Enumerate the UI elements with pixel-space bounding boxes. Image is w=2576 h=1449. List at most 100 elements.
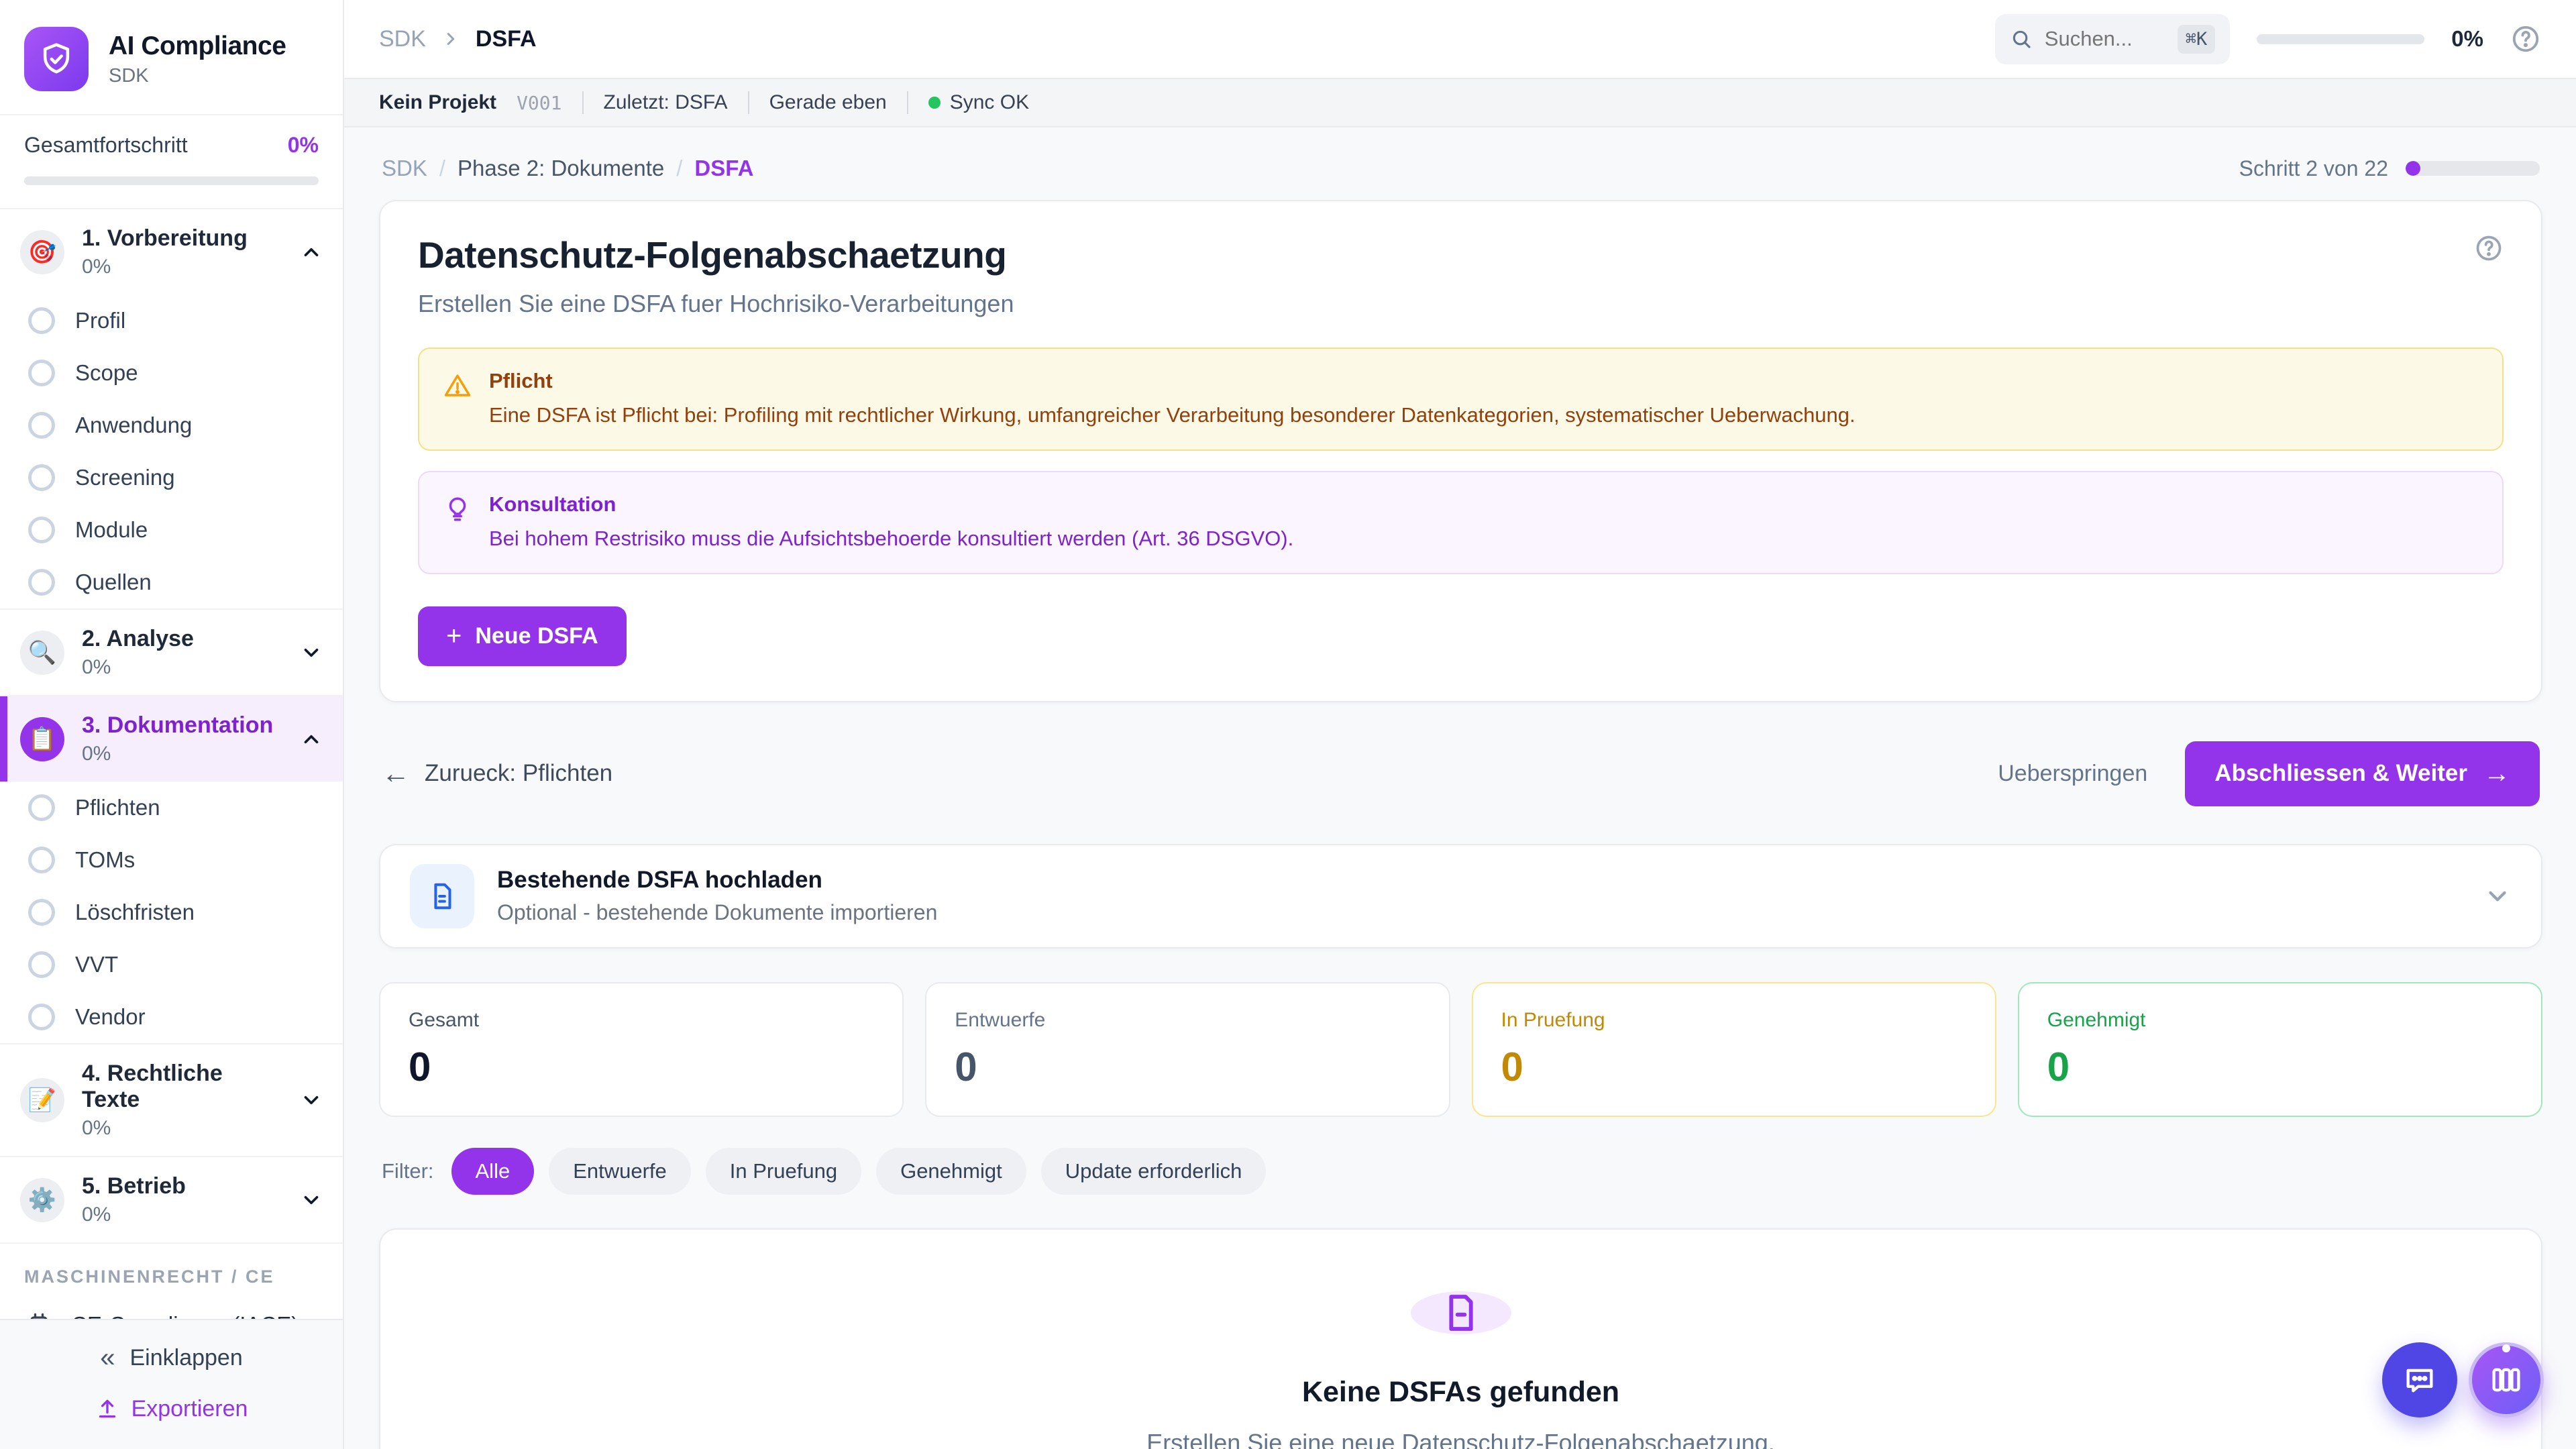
sidebar-section-analyse[interactable]: 🔍 2. Analyse 0% [0,610,343,695]
divider [907,91,908,114]
alert-text: Bei hohem Restrisiko muss die Aufsichtsb… [489,525,1293,553]
chevron-down-icon [300,641,323,664]
finish-next-button[interactable]: Abschliessen & Weiter → [2185,741,2540,806]
sidebar-item-screening[interactable]: Screening [0,451,343,504]
divider [582,91,584,114]
chat-fab-button[interactable] [2382,1342,2457,1417]
sidebar-item-label: Module [75,517,148,543]
breadcrumb-phase[interactable]: Phase 2: Dokumente [458,156,664,181]
last-step-label: Zuletzt: DSFA [604,91,728,114]
sidebar-nav: 🎯 1. Vorbereitung 0% Profil Scope Anwend… [0,209,343,1319]
sidebar: AI Compliance SDK Gesamtfortschritt 0% 🎯… [0,0,344,1449]
new-dsfa-button[interactable]: + Neue DSFA [418,606,627,666]
section-percent: 0% [82,1203,282,1226]
sidebar-item-toms[interactable]: TOMs [0,834,343,886]
header-breadcrumb-root[interactable]: SDK [379,26,426,52]
sidebar-item-label: Anwendung [75,413,192,438]
sidebar-item-label: Quellen [75,570,152,595]
breadcrumb-root[interactable]: SDK [382,156,427,181]
konsultation-alert: Konsultation Bei hohem Restrisiko muss d… [418,471,2504,574]
stat-card-entwuerfe: Entwuerfe 0 [925,982,1450,1117]
page-subtitle: Erstellen Sie eine DSFA fuer Hochrisiko-… [418,290,2504,318]
sidebar-item-ce-compliance[interactable]: CE-Compliance (IACE) [0,1297,343,1319]
filter-chip-alle[interactable]: Alle [451,1148,535,1195]
shield-check-logo-icon [24,27,89,91]
arrow-left-icon: ← [382,757,410,790]
sidebar-item-loeschfristen[interactable]: Löschfristen [0,886,343,938]
sidebar-item-profil[interactable]: Profil [0,294,343,347]
section-percent: 0% [82,743,282,765]
document-icon [410,864,474,928]
upload-subtitle: Optional - bestehende Dokumente importie… [497,900,937,925]
plus-icon: + [446,625,462,647]
ce-compliance-label: CE-Compliance (IACE) [71,1312,299,1319]
stat-label: Gesamt [409,1009,874,1032]
warning-triangle-icon [443,372,472,400]
sidebar-section-vorbereitung[interactable]: 🎯 1. Vorbereitung 0% [0,209,343,294]
stat-value: 0 [2047,1044,2513,1090]
filter-chip-in-pruefung[interactable]: In Pruefung [706,1148,861,1195]
help-icon[interactable] [2510,23,2541,54]
sidebar-item-label: Profil [75,308,125,333]
stat-label: In Pruefung [1501,1009,1967,1032]
sidebar-section-rechtliche-texte[interactable]: 📝 4. Rechtliche Texte 0% [0,1044,343,1156]
collapse-sidebar-button[interactable]: « Einklappen [100,1343,243,1373]
search-box[interactable]: ⌘K [1995,14,2231,64]
overall-progress-value: 0% [288,133,319,158]
alert-text: Eine DSFA ist Pflicht bei: Profiling mit… [489,401,1856,429]
sidebar-item-scope[interactable]: Scope [0,347,343,399]
search-input[interactable] [2045,27,2165,51]
filter-chip-entwuerfe[interactable]: Entwuerfe [549,1148,691,1195]
machine-law-section-label: MASCHINENRECHT / CE [0,1244,343,1297]
lightbulb-icon [443,495,472,523]
sidebar-item-quellen[interactable]: Quellen [0,556,343,608]
section-title: 1. Vorbereitung [82,225,282,252]
skip-button[interactable]: Ueberspringen [1998,761,2147,787]
status-circle-icon [28,794,55,821]
page-content: SDK / Phase 2: Dokumente / DSFA Schritt … [344,127,2576,1449]
board-columns-fab-button[interactable] [2469,1342,2544,1417]
search-icon [2010,28,2033,50]
stat-value: 0 [1501,1044,1967,1090]
chevron-right-icon [441,29,461,49]
breadcrumb-current: DSFA [694,156,753,181]
breadcrumb: SDK / Phase 2: Dokumente / DSFA [382,156,753,181]
finish-next-label: Abschliessen & Weiter [2214,760,2467,787]
project-name: Kein Projekt [379,91,496,114]
export-button[interactable]: Exportieren [95,1396,248,1422]
sidebar-item-vvt[interactable]: VVT [0,938,343,991]
sidebar-item-label: VVT [75,952,118,977]
sidebar-section-betrieb[interactable]: ⚙️ 5. Betrieb 0% [0,1157,343,1242]
sidebar-item-anwendung[interactable]: Anwendung [0,399,343,451]
columns-icon [2489,1362,2524,1397]
arrow-right-icon: → [2483,759,2510,789]
new-dsfa-label: Neue DSFA [475,623,598,649]
stat-label: Entwuerfe [955,1009,1420,1032]
filter-chip-genehmigt[interactable]: Genehmigt [876,1148,1026,1195]
status-circle-icon [28,899,55,926]
breadcrumb-separator: / [439,156,445,181]
sidebar-section-dokumentation[interactable]: 📋 3. Dokumentation 0% [0,696,343,782]
section-title: 3. Dokumentation [82,712,282,739]
sidebar-item-label: Löschfristen [75,900,195,925]
app-logo-row: AI Compliance SDK [0,0,343,114]
double-chevron-left-icon: « [100,1343,115,1373]
status-circle-icon [28,307,55,334]
filter-label: Filter: [382,1159,434,1183]
overall-progress: Gesamtfortschritt 0% [0,114,343,209]
help-icon[interactable] [2474,233,2504,263]
back-link[interactable]: ← Zurueck: Pflichten [382,757,612,790]
upload-existing-dsfa-panel[interactable]: Bestehende DSFA hochladen Optional - bes… [379,844,2542,949]
status-circle-icon [28,412,55,439]
status-circle-icon [28,360,55,386]
sidebar-item-vendor[interactable]: Vendor [0,991,343,1043]
status-circle-icon [28,951,55,978]
alert-title: Pflicht [489,369,1856,393]
filter-chip-update-erforderlich[interactable]: Update erforderlich [1041,1148,1267,1195]
pflicht-alert: Pflicht Eine DSFA ist Pflicht bei: Profi… [418,347,2504,451]
overall-progress-bar [24,176,319,185]
status-circle-icon [28,569,55,596]
sidebar-item-module[interactable]: Module [0,504,343,556]
chevron-down-icon[interactable] [2483,882,2512,910]
sidebar-item-pflichten[interactable]: Pflichten [0,782,343,834]
